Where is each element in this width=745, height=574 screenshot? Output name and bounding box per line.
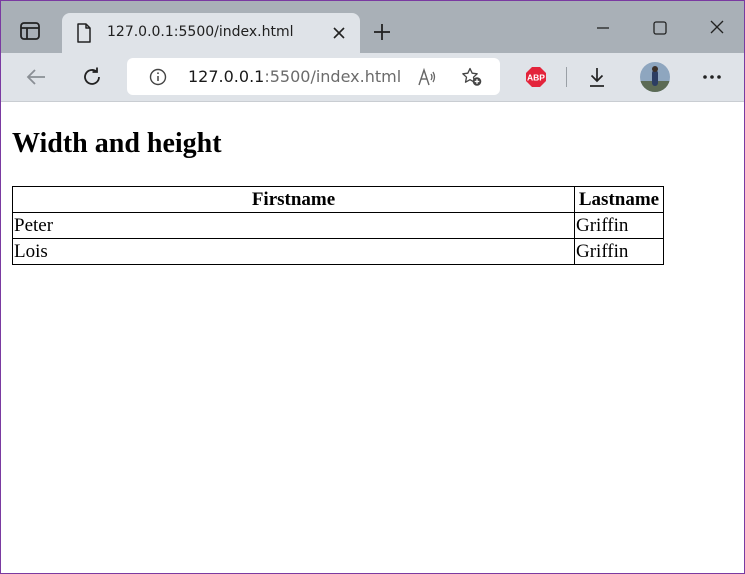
downloads-icon[interactable] (586, 66, 608, 88)
address-bar[interactable]: 127.0.0.1:5500/index.html (127, 58, 500, 95)
file-icon (77, 23, 91, 43)
new-tab-icon[interactable] (373, 23, 391, 41)
tab-actions-icon[interactable] (19, 21, 41, 41)
more-options-icon[interactable] (701, 74, 723, 80)
tab-close-icon[interactable] (332, 26, 346, 40)
back-arrow-icon[interactable] (25, 66, 47, 88)
table-row: Peter Griffin (12, 212, 664, 239)
window-close-icon[interactable] (709, 19, 725, 35)
header-lastname: Lastname (574, 186, 664, 213)
cell-lastname: Griffin (574, 238, 664, 265)
names-table: Firstname Lastname Peter Griffin Lois Gr… (12, 186, 664, 265)
table-header-row: Firstname Lastname (12, 186, 664, 213)
cell-lastname: Griffin (574, 212, 664, 239)
info-icon[interactable] (149, 68, 167, 86)
browser-window: 127.0.0.1:5500/index.html 127.0.0.1:5500… (0, 0, 745, 574)
page-content: Width and height Firstname Lastname Pete… (1, 102, 744, 573)
tab-active[interactable]: 127.0.0.1:5500/index.html (62, 13, 360, 53)
adblock-plus-icon[interactable]: ABP (525, 66, 547, 88)
tab-strip: 127.0.0.1:5500/index.html (1, 1, 744, 53)
url-text[interactable]: 127.0.0.1:5500/index.html (188, 67, 401, 86)
table-row: Lois Griffin (12, 238, 664, 265)
adblock-label: ABP (527, 73, 545, 83)
page-heading: Width and height (12, 128, 222, 159)
cell-firstname: Peter (12, 212, 575, 239)
profile-avatar[interactable] (640, 62, 670, 92)
toolbar-divider (566, 67, 567, 87)
header-firstname: Firstname (12, 186, 575, 213)
minimize-icon[interactable] (595, 20, 611, 36)
tab-title: 127.0.0.1:5500/index.html (107, 24, 294, 40)
read-aloud-icon[interactable] (417, 67, 437, 87)
maximize-icon[interactable] (652, 20, 668, 36)
cell-firstname: Lois (12, 238, 575, 265)
reload-icon[interactable] (81, 66, 103, 88)
url-path: :5500/index.html (264, 67, 402, 86)
url-host: 127.0.0.1 (188, 67, 265, 86)
browser-toolbar: 127.0.0.1:5500/index.html ABP (1, 53, 744, 102)
add-favorite-icon[interactable] (461, 67, 483, 87)
